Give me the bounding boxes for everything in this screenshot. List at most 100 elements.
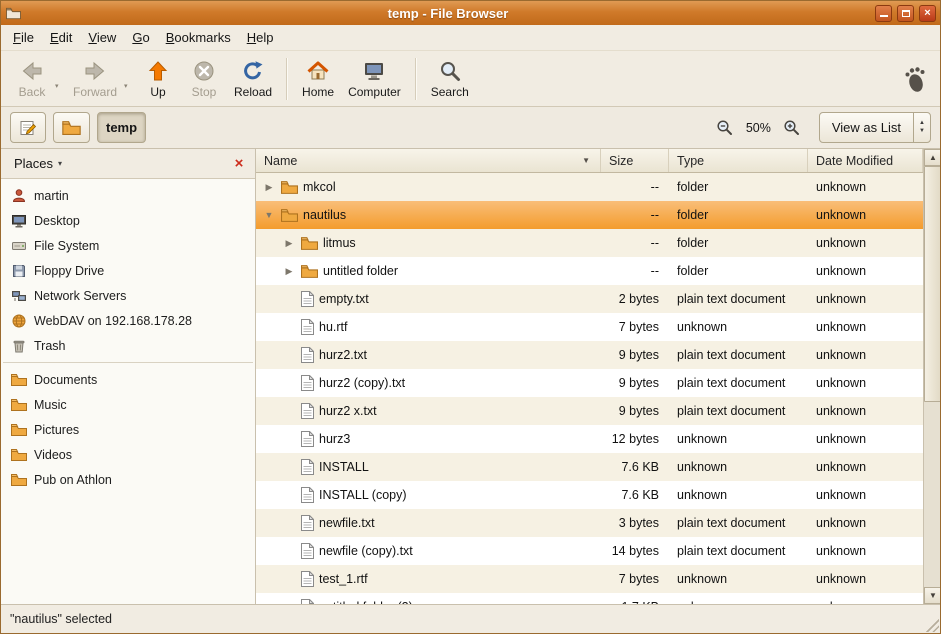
stop-icon	[192, 59, 216, 83]
view-mode-select[interactable]: View as List ▲▼	[819, 112, 931, 143]
zoom-out-button[interactable]	[713, 115, 737, 141]
menu-file[interactable]: File	[5, 26, 42, 49]
text-file-icon	[301, 543, 314, 559]
menu-go[interactable]: Go	[124, 26, 157, 49]
column-header-size[interactable]: Size	[601, 149, 669, 172]
menu-view[interactable]: View	[80, 26, 124, 49]
sidebar-item-desktop[interactable]: Desktop	[1, 208, 255, 233]
statusbar: "nautilus" selected	[1, 604, 940, 633]
maximize-icon	[902, 10, 910, 17]
expander-icon[interactable]: ▶	[282, 238, 296, 249]
zoom-out-icon	[716, 119, 733, 136]
forward-button[interactable]: Forward	[66, 55, 124, 103]
menu-help[interactable]: Help	[239, 26, 282, 49]
sidebar-item-network[interactable]: Network Servers	[1, 283, 255, 308]
file-row-hu-rtf[interactable]: hu.rtf 7 bytes unknown unknown	[256, 313, 923, 341]
file-row-litmus[interactable]: ▶litmus -- folder unknown	[256, 229, 923, 257]
home-icon	[306, 59, 330, 83]
search-icon	[438, 59, 462, 83]
column-header-name[interactable]: Name ▼	[256, 149, 601, 172]
folder-icon	[301, 236, 318, 250]
scroll-down-button[interactable]: ▼	[924, 587, 940, 604]
file-row-hurz3[interactable]: hurz3 12 bytes unknown unknown	[256, 425, 923, 453]
file-row-hurz2-x-txt[interactable]: hurz2 x.txt 9 bytes plain text document …	[256, 397, 923, 425]
file-row-hurz2-copy-txt[interactable]: hurz2 (copy).txt 9 bytes plain text docu…	[256, 369, 923, 397]
zoom-in-icon	[783, 119, 800, 136]
back-history-arrow-icon[interactable]: ▾	[55, 68, 66, 90]
file-row-newfile-copy-txt[interactable]: newfile (copy).txt 14 bytes plain text d…	[256, 537, 923, 565]
file-row-test1-rtf[interactable]: test_1.rtf 7 bytes unknown unknown	[256, 565, 923, 593]
window-icon	[5, 5, 21, 21]
sidebar-item-home[interactable]: martin	[1, 183, 255, 208]
expander-icon[interactable]: ▶	[282, 266, 296, 277]
text-file-icon	[301, 431, 314, 447]
menu-edit[interactable]: Edit	[42, 26, 80, 49]
user-home-icon	[11, 188, 27, 204]
scrollbar-thumb[interactable]	[924, 166, 940, 402]
file-row-newfile-txt[interactable]: newfile.txt 3 bytes plain text document …	[256, 509, 923, 537]
arrow-down-icon: ▼	[929, 591, 937, 600]
sidebar-item-videos[interactable]: Videos	[1, 442, 255, 467]
view-mode-value: View as List	[820, 113, 913, 142]
column-header-type[interactable]: Type	[669, 149, 808, 172]
zoom-in-button[interactable]	[780, 115, 804, 141]
sidebar-pane-select[interactable]: Places ▾	[8, 153, 68, 174]
reload-icon	[241, 59, 265, 83]
file-row-hurz2-txt[interactable]: hurz2.txt 9 bytes plain text document un…	[256, 341, 923, 369]
throbber-gnome-foot-icon	[898, 57, 932, 101]
file-browser-window: temp - File Browser × File Edit View Go …	[0, 0, 941, 634]
content: Places ▾ × martin Desktop File System	[1, 149, 940, 604]
file-row-install[interactable]: INSTALL 7.6 KB unknown unknown	[256, 453, 923, 481]
window-title: temp - File Browser	[26, 6, 870, 21]
path-root-button[interactable]	[53, 112, 90, 143]
chevron-down-icon: ▾	[58, 159, 62, 168]
maximize-button[interactable]	[897, 5, 914, 22]
scroll-up-button[interactable]: ▲	[924, 149, 940, 166]
vertical-scrollbar[interactable]: ▲ ▼	[923, 149, 940, 604]
resize-grip[interactable]	[924, 617, 939, 632]
file-row-nautilus-selected[interactable]: ▼nautilus -- folder unknown	[256, 201, 923, 229]
location-bar: temp 50% View as List ▲▼	[1, 107, 940, 149]
close-button[interactable]: ×	[919, 5, 936, 22]
file-list-view: Name ▼ Size Type Date Modified ▶mkcol --…	[256, 149, 940, 604]
back-button[interactable]: Back	[9, 55, 55, 103]
up-arrow-icon	[146, 59, 170, 83]
text-file-icon	[301, 347, 314, 363]
sidebar-item-music[interactable]: Music	[1, 392, 255, 417]
search-button[interactable]: Search	[424, 55, 476, 103]
scrollbar-track[interactable]	[924, 166, 940, 587]
menubar: File Edit View Go Bookmarks Help	[1, 25, 940, 51]
places-sidebar: Places ▾ × martin Desktop File System	[1, 149, 256, 604]
status-text: "nautilus" selected	[10, 612, 112, 626]
column-header-modified[interactable]: Date Modified	[808, 149, 923, 172]
zoom-level: 50%	[744, 121, 773, 135]
file-row-untitled-folder[interactable]: ▶untitled folder -- folder unknown	[256, 257, 923, 285]
sidebar-item-webdav[interactable]: WebDAV on 192.168.178.28	[1, 308, 255, 333]
file-row-empty-txt[interactable]: empty.txt 2 bytes plain text document un…	[256, 285, 923, 313]
menu-bookmarks[interactable]: Bookmarks	[158, 26, 239, 49]
expander-icon[interactable]: ▼	[262, 210, 276, 220]
text-file-icon	[301, 375, 314, 391]
file-row-mkcol[interactable]: ▶mkcol -- folder unknown	[256, 173, 923, 201]
sidebar-item-documents[interactable]: Documents	[1, 367, 255, 392]
sidebar-item-floppy[interactable]: Floppy Drive	[1, 258, 255, 283]
computer-button[interactable]: Computer	[341, 55, 408, 103]
trash-icon	[11, 338, 27, 354]
stop-button[interactable]: Stop	[181, 55, 227, 103]
reload-button[interactable]: Reload	[227, 55, 279, 103]
up-button[interactable]: Up	[135, 55, 181, 103]
forward-history-arrow-icon[interactable]: ▾	[124, 68, 135, 90]
sidebar-close-button[interactable]: ×	[230, 155, 248, 173]
sidebar-item-pictures[interactable]: Pictures	[1, 417, 255, 442]
file-row-untitled-folder-2[interactable]: untitled folder (2) 1.7 KB unknown unkno…	[256, 593, 923, 604]
sidebar-item-pub-on-athlon[interactable]: Pub on Athlon	[1, 467, 255, 492]
sort-desc-icon: ▼	[582, 156, 592, 165]
sidebar-item-filesystem[interactable]: File System	[1, 233, 255, 258]
path-current-folder-button[interactable]: temp	[97, 112, 146, 143]
home-button[interactable]: Home	[295, 55, 341, 103]
minimize-button[interactable]	[875, 5, 892, 22]
toggle-location-entry-button[interactable]	[10, 112, 46, 143]
expander-icon[interactable]: ▶	[262, 182, 276, 193]
file-row-install-copy[interactable]: INSTALL (copy) 7.6 KB unknown unknown	[256, 481, 923, 509]
sidebar-item-trash[interactable]: Trash	[1, 333, 255, 358]
